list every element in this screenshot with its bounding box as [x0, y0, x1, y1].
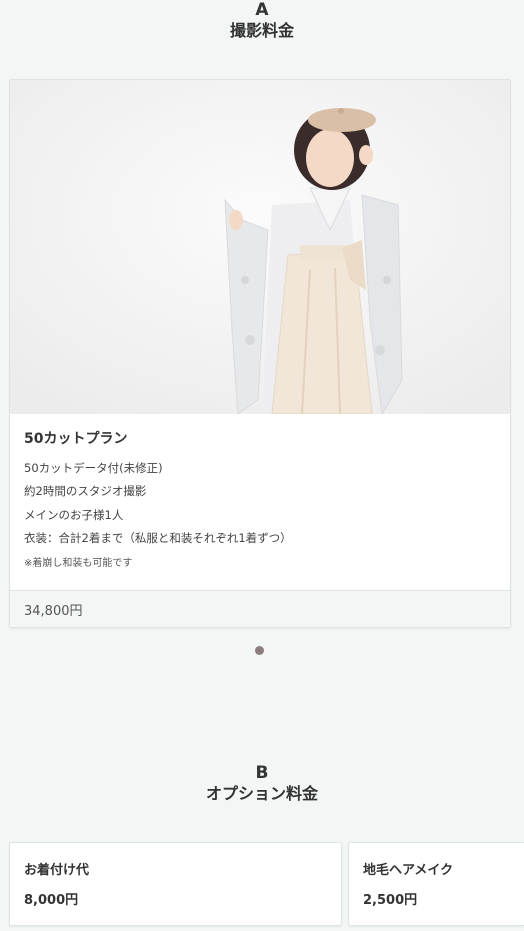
section-b-title: オプション料金: [205, 784, 318, 803]
option-card[interactable]: お着付け代 8,000円: [9, 842, 342, 926]
section-a-title: 撮影料金: [229, 21, 294, 40]
plan-note: ※着崩し和装も可能です: [24, 558, 133, 569]
plan-detail-line: 衣装：合計2着まで（私服と和装それぞれ1着ずつ）: [24, 531, 292, 545]
carousel-dot-active[interactable]: [255, 646, 264, 655]
plan-photo: [10, 80, 510, 414]
plan-detail-line: メインのお子様1人: [24, 508, 124, 522]
plan-detail-line: 50カットデータ付(未修正): [24, 461, 163, 475]
section-b-heading: B オプション料金: [0, 763, 524, 805]
plan-price-bar: 34,800円: [10, 590, 510, 627]
section-a-letter: A: [255, 0, 269, 20]
option-price: 8,000円: [24, 893, 79, 908]
plan-name: 50カットプラン: [24, 431, 128, 447]
option-name: お着付け代: [24, 863, 90, 878]
option-card[interactable]: 地毛ヘアメイク 2,500円: [348, 842, 524, 926]
option-name: 地毛ヘアメイク: [363, 863, 454, 878]
section-a-heading: A 撮影料金: [0, 0, 524, 42]
option-price: 2,500円: [363, 893, 418, 908]
plan-photo-illustration: [10, 80, 510, 414]
plan-detail-line: 約2時間のスタジオ撮影: [24, 484, 147, 498]
plan-card[interactable]: 50カットプラン 50カットデータ付(未修正) 約2時間のスタジオ撮影 メインの…: [9, 79, 511, 628]
section-b-letter: B: [255, 763, 269, 783]
plan-price: 34,800円: [24, 604, 83, 619]
